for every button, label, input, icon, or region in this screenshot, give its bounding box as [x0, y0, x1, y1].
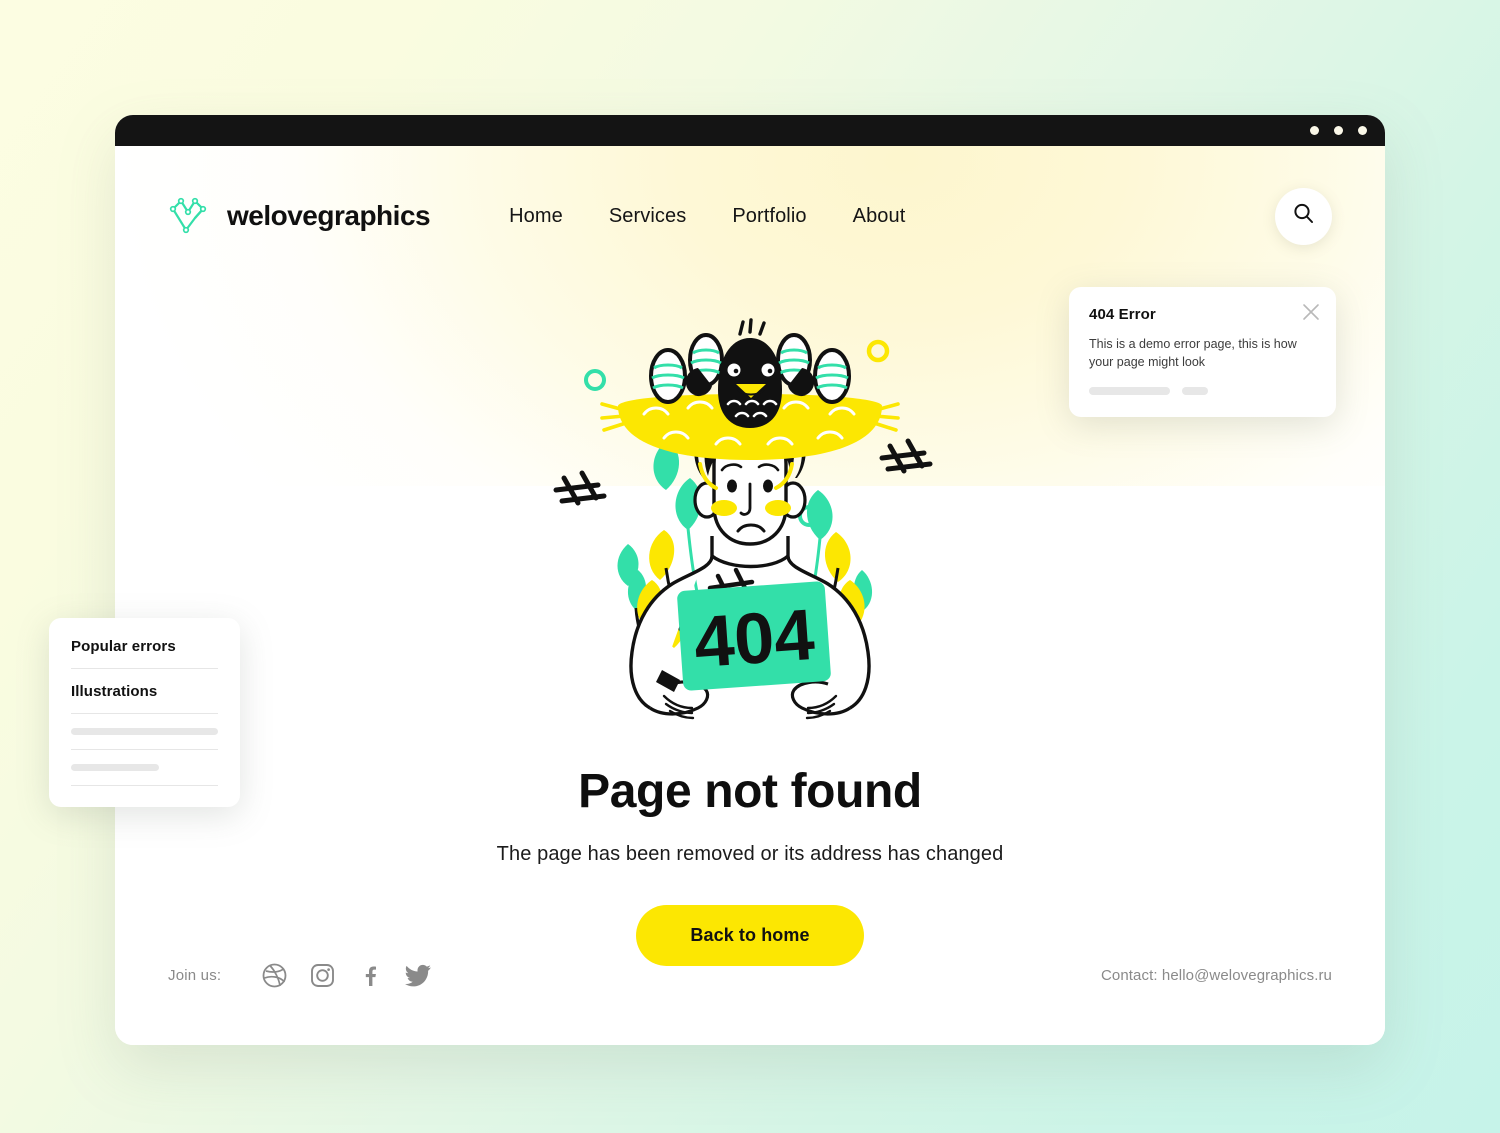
cheek-right	[765, 500, 791, 516]
page-viewport: welovegraphics Home Services Portfolio A…	[115, 146, 1385, 1045]
error-illustration: 404	[540, 318, 960, 733]
nav-item-about[interactable]: About	[830, 199, 929, 234]
instagram-icon[interactable]	[308, 961, 336, 989]
window-dot-2[interactable]	[1334, 126, 1343, 135]
page-subtitle: The page has been removed or its address…	[496, 842, 1004, 865]
brand-name: welovegraphics	[227, 200, 431, 231]
error-card-body: This is a demo error page, this is how y…	[1089, 337, 1297, 370]
deco-hash-left	[553, 470, 607, 506]
skeleton-bar-long	[71, 728, 218, 735]
close-icon[interactable]	[1302, 303, 1320, 321]
search-icon	[1292, 202, 1315, 230]
deco-circle-yellow	[866, 339, 890, 363]
twitter-icon[interactable]	[404, 961, 432, 989]
card-divider-3	[71, 749, 218, 750]
site-header: welovegraphics Home Services Portfolio A…	[115, 146, 1385, 286]
nav-item-portfolio[interactable]: Portfolio	[709, 199, 829, 234]
skeleton-bar-wide	[1089, 387, 1170, 396]
browser-titlebar	[115, 115, 1385, 146]
nav-item-home[interactable]: Home	[486, 199, 586, 234]
window-dot-3[interactable]	[1358, 126, 1367, 135]
search-button[interactable]	[1275, 187, 1332, 245]
join-us-label: Join us:	[168, 966, 222, 984]
cheek-left	[711, 500, 737, 516]
card-divider-1	[71, 668, 218, 669]
error-card-title: 404 Error	[1089, 306, 1156, 323]
window-dot-1[interactable]	[1310, 126, 1319, 135]
deco-circle-mint-left	[584, 369, 606, 391]
sign-404-text: 404	[691, 595, 816, 683]
site-footer: Join us: Contact: hello@welovegraphics.r…	[115, 961, 1385, 989]
page-title: Page not found	[578, 765, 922, 818]
hero-section: Page not found The page has been removed…	[115, 765, 1385, 966]
deco-hash-right	[879, 438, 933, 474]
nav-item-services[interactable]: Services	[586, 199, 710, 234]
card-skeleton-row-2	[71, 764, 218, 785]
social-links: Join us:	[168, 961, 432, 989]
mountain-logo-icon	[168, 196, 216, 236]
facebook-icon[interactable]	[356, 961, 384, 989]
sign-404: 404	[677, 581, 831, 691]
main-nav: Home Services Portfolio About	[486, 199, 928, 234]
brand[interactable]: welovegraphics	[168, 196, 431, 236]
card-skeleton-row-1	[71, 728, 218, 749]
card-item-illustrations[interactable]: Illustrations	[71, 683, 218, 713]
browser-window: welovegraphics Home Services Portfolio A…	[115, 115, 1385, 1045]
contact-email[interactable]: Contact: hello@welovegraphics.ru	[1101, 967, 1332, 984]
dribbble-icon[interactable]	[260, 961, 288, 989]
card-divider-4	[71, 785, 218, 786]
error-card-skeletons	[1089, 387, 1316, 396]
error-notification-card: 404 Error This is a demo error page, thi…	[1069, 287, 1336, 417]
card-item-popular-errors[interactable]: Popular errors	[71, 638, 218, 668]
card-divider-2	[71, 713, 218, 714]
skeleton-bar-short	[71, 764, 160, 771]
popular-errors-card: Popular errors Illustrations	[49, 618, 240, 807]
eye-left	[727, 479, 737, 493]
skeleton-bar-narrow	[1182, 387, 1208, 396]
back-to-home-button[interactable]: Back to home	[636, 904, 864, 966]
eye-right	[763, 479, 773, 493]
